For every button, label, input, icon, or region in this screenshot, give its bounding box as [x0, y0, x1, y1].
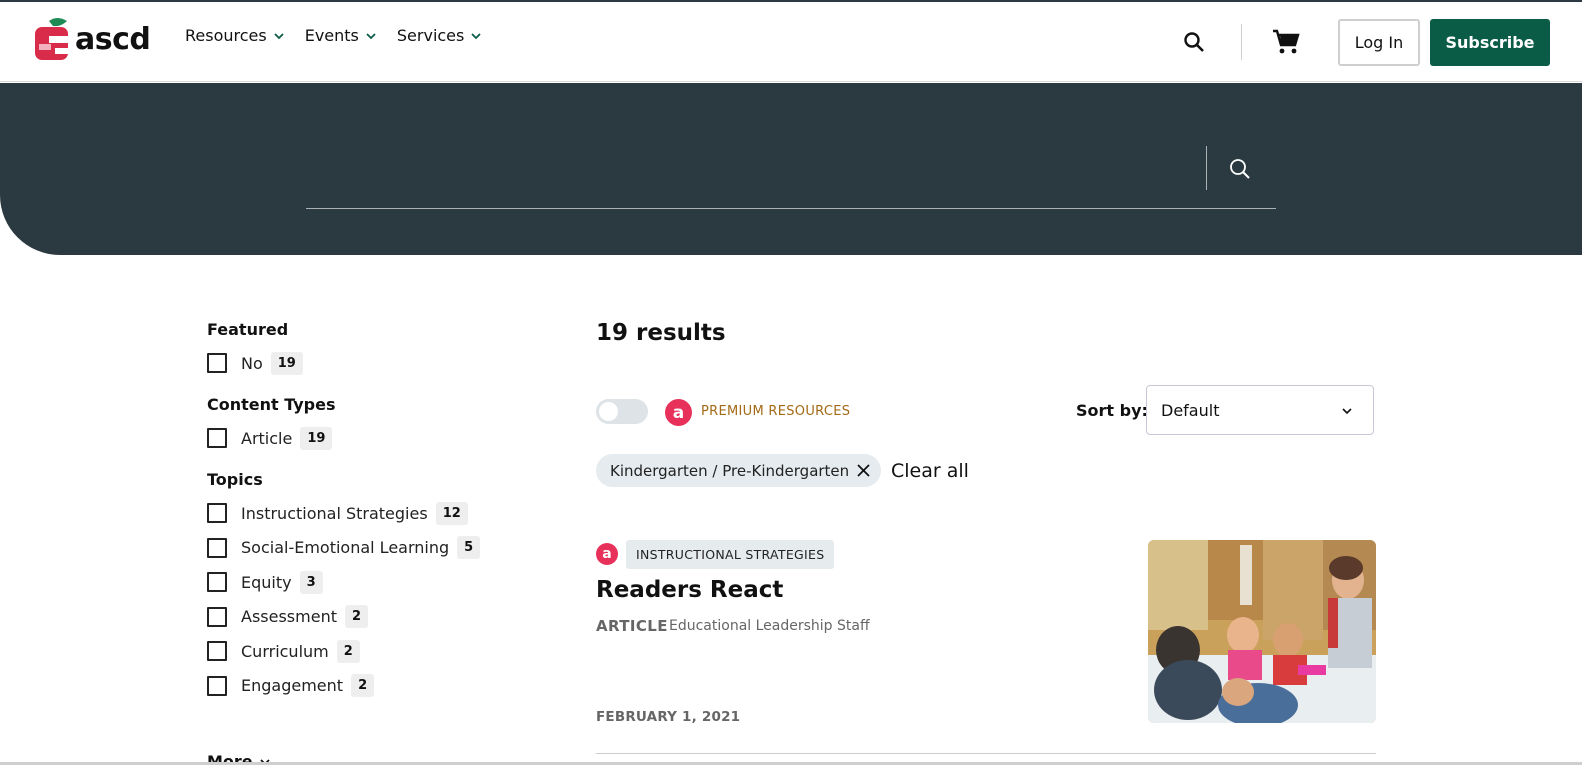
header-divider [1241, 24, 1242, 60]
search-underline [306, 208, 1276, 209]
filter-label: Assessment [241, 607, 337, 626]
search-icon[interactable] [1228, 157, 1252, 181]
result-divider [596, 753, 1376, 754]
filter-sidebar: Featured No 19 Content Types Article 19 … [207, 320, 537, 718]
filter-label: Instructional Strategies [241, 503, 428, 523]
count-badge: 19 [300, 426, 333, 450]
clear-all-button[interactable]: Clear all [891, 460, 969, 482]
filter-title: Content Types [207, 395, 336, 414]
count-badge: 2 [351, 674, 375, 697]
filter-label: Article [241, 428, 293, 448]
count-badge: 2 [344, 605, 369, 628]
nav-services-label: Services [396, 26, 465, 45]
toggle-knob [599, 402, 618, 421]
ascd-logo[interactable]: ascd [35, 17, 151, 61]
premium-badge-icon: a [596, 543, 618, 565]
count-badge: 12 [435, 501, 468, 525]
result-type: ARTICLE [596, 617, 668, 635]
premium-toggle[interactable] [596, 399, 648, 424]
nav-events-label: Events [304, 26, 359, 45]
subscribe-button[interactable]: Subscribe [1430, 19, 1550, 66]
topic-tag[interactable]: INSTRUCTIONAL STRATEGIES [626, 540, 835, 569]
search-hero [0, 83, 1582, 255]
nav-resources[interactable]: Resources [185, 26, 285, 45]
login-button[interactable]: Log In [1338, 19, 1420, 66]
filter-option[interactable]: Social-Emotional Learning 5 [207, 536, 537, 559]
cart-icon[interactable] [1272, 29, 1300, 55]
premium-badge-icon: a [665, 399, 692, 426]
search-icon[interactable] [1182, 30, 1206, 54]
filter-option[interactable]: Equity 3 [207, 570, 537, 594]
count-badge: 19 [270, 351, 303, 375]
count-badge: 2 [336, 639, 360, 663]
premium-resources-label: PREMIUM RESOURCES [701, 404, 851, 419]
logo-text: ascd [75, 21, 151, 57]
filter-label: Social-Emotional Learning [241, 538, 450, 557]
count-badge: 3 [299, 570, 323, 594]
filter-option[interactable]: Assessment 2 [207, 605, 537, 628]
filter-option[interactable]: No 19 [207, 351, 537, 375]
logo-mark-icon [35, 18, 68, 60]
nav-events[interactable]: Events [305, 26, 377, 45]
main-nav: Resources Events Services [185, 26, 482, 45]
result-date: FEBRUARY 1, 2021 [596, 709, 741, 725]
result-title[interactable]: Readers React [596, 577, 783, 603]
checkbox[interactable] [207, 572, 227, 592]
filter-option[interactable]: Article 19 [207, 426, 537, 450]
sort-dropdown[interactable]: Default [1146, 385, 1374, 435]
chevron-down-icon [1342, 408, 1352, 415]
checkbox[interactable] [207, 353, 227, 373]
sort-value: Default [1161, 400, 1220, 420]
filter-option[interactable]: Instructional Strategies 12 [207, 501, 537, 525]
close-icon[interactable] [856, 463, 871, 478]
results-count: 19 results [596, 320, 726, 346]
chip-label: Kindergarten / Pre-Kindergarten [610, 461, 850, 480]
filter-group-content-types: Content Types Article 19 [207, 395, 537, 450]
checkbox[interactable] [207, 606, 227, 627]
filter-label: Engagement [241, 676, 344, 695]
nav-services[interactable]: Services [397, 26, 482, 45]
checkbox[interactable] [207, 503, 227, 523]
filter-label: Curriculum [241, 641, 329, 661]
filter-option[interactable]: Curriculum 2 [207, 639, 537, 663]
result-author: Educational Leadership Staff [669, 618, 870, 634]
filter-group-topics: Topics Instructional Strategies 12 Socia… [207, 470, 537, 697]
checkbox[interactable] [207, 537, 227, 558]
count-badge: 5 [457, 536, 481, 559]
site-search-input[interactable] [306, 143, 1206, 193]
filter-option[interactable]: Engagement 2 [207, 674, 537, 697]
filter-label: No [241, 353, 263, 373]
sort-label: Sort by: [1076, 401, 1148, 420]
checkbox[interactable] [207, 428, 227, 448]
nav-resources-label: Resources [185, 26, 267, 45]
chevron-down-icon [471, 32, 481, 39]
filter-title: Featured [207, 320, 289, 339]
classroom-photo [1148, 540, 1376, 723]
chevron-down-icon [366, 32, 376, 39]
filter-label: Equity [241, 572, 292, 592]
chevron-down-icon [274, 32, 284, 39]
filter-title: Topics [207, 470, 263, 489]
filter-group-featured: Featured No 19 [207, 320, 537, 375]
result-thumbnail[interactable] [1148, 540, 1376, 723]
search-divider [1206, 146, 1207, 190]
site-header: ascd Resources Events Services Log In Su… [0, 2, 1582, 82]
checkbox[interactable] [207, 675, 227, 696]
active-filter-chip: Kindergarten / Pre-Kindergarten [596, 454, 882, 487]
checkbox[interactable] [207, 641, 227, 661]
